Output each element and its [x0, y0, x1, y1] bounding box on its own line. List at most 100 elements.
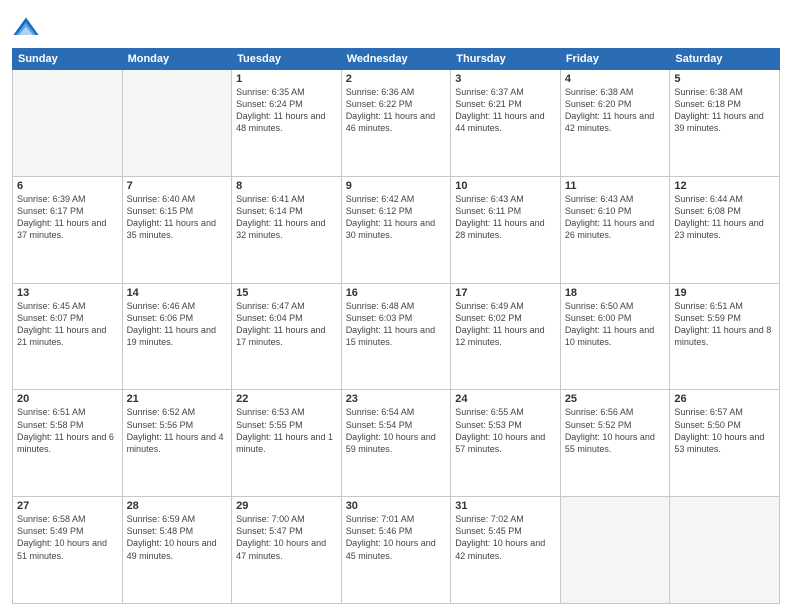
week-row-1: 6Sunrise: 6:39 AM Sunset: 6:17 PM Daylig… [13, 176, 780, 283]
day-header-friday: Friday [560, 49, 670, 70]
day-info: Sunrise: 6:40 AM Sunset: 6:15 PM Dayligh… [127, 193, 228, 242]
day-number: 16 [346, 287, 447, 299]
day-cell: 20Sunrise: 6:51 AM Sunset: 5:58 PM Dayli… [13, 390, 123, 497]
day-info: Sunrise: 6:38 AM Sunset: 6:18 PM Dayligh… [674, 86, 775, 135]
day-cell [560, 497, 670, 604]
day-number: 14 [127, 287, 228, 299]
day-info: Sunrise: 6:51 AM Sunset: 5:59 PM Dayligh… [674, 300, 775, 349]
day-number: 21 [127, 393, 228, 405]
day-number: 31 [455, 500, 556, 512]
day-number: 24 [455, 393, 556, 405]
day-number: 30 [346, 500, 447, 512]
day-cell [13, 70, 123, 177]
day-info: Sunrise: 6:39 AM Sunset: 6:17 PM Dayligh… [17, 193, 118, 242]
day-headers-row: SundayMondayTuesdayWednesdayThursdayFrid… [13, 49, 780, 70]
day-cell: 27Sunrise: 6:58 AM Sunset: 5:49 PM Dayli… [13, 497, 123, 604]
day-cell: 31Sunrise: 7:02 AM Sunset: 5:45 PM Dayli… [451, 497, 561, 604]
header [12, 10, 780, 42]
day-info: Sunrise: 6:56 AM Sunset: 5:52 PM Dayligh… [565, 406, 666, 455]
day-number: 7 [127, 180, 228, 192]
day-number: 2 [346, 73, 447, 85]
day-header-thursday: Thursday [451, 49, 561, 70]
day-header-saturday: Saturday [670, 49, 780, 70]
day-number: 17 [455, 287, 556, 299]
week-row-4: 27Sunrise: 6:58 AM Sunset: 5:49 PM Dayli… [13, 497, 780, 604]
day-info: Sunrise: 6:45 AM Sunset: 6:07 PM Dayligh… [17, 300, 118, 349]
day-number: 27 [17, 500, 118, 512]
day-info: Sunrise: 6:36 AM Sunset: 6:22 PM Dayligh… [346, 86, 447, 135]
day-number: 10 [455, 180, 556, 192]
day-info: Sunrise: 6:51 AM Sunset: 5:58 PM Dayligh… [17, 406, 118, 455]
day-number: 26 [674, 393, 775, 405]
day-number: 15 [236, 287, 337, 299]
day-header-monday: Monday [122, 49, 232, 70]
day-number: 5 [674, 73, 775, 85]
day-number: 11 [565, 180, 666, 192]
day-cell: 25Sunrise: 6:56 AM Sunset: 5:52 PM Dayli… [560, 390, 670, 497]
day-cell [670, 497, 780, 604]
day-cell: 6Sunrise: 6:39 AM Sunset: 6:17 PM Daylig… [13, 176, 123, 283]
day-cell [122, 70, 232, 177]
day-cell: 9Sunrise: 6:42 AM Sunset: 6:12 PM Daylig… [341, 176, 451, 283]
day-cell: 23Sunrise: 6:54 AM Sunset: 5:54 PM Dayli… [341, 390, 451, 497]
day-info: Sunrise: 6:43 AM Sunset: 6:10 PM Dayligh… [565, 193, 666, 242]
day-info: Sunrise: 6:41 AM Sunset: 6:14 PM Dayligh… [236, 193, 337, 242]
day-info: Sunrise: 6:54 AM Sunset: 5:54 PM Dayligh… [346, 406, 447, 455]
day-cell: 28Sunrise: 6:59 AM Sunset: 5:48 PM Dayli… [122, 497, 232, 604]
day-info: Sunrise: 6:48 AM Sunset: 6:03 PM Dayligh… [346, 300, 447, 349]
day-cell: 13Sunrise: 6:45 AM Sunset: 6:07 PM Dayli… [13, 283, 123, 390]
day-number: 8 [236, 180, 337, 192]
day-info: Sunrise: 6:59 AM Sunset: 5:48 PM Dayligh… [127, 513, 228, 562]
day-number: 4 [565, 73, 666, 85]
day-cell: 10Sunrise: 6:43 AM Sunset: 6:11 PM Dayli… [451, 176, 561, 283]
logo-icon [12, 14, 40, 42]
day-cell: 18Sunrise: 6:50 AM Sunset: 6:00 PM Dayli… [560, 283, 670, 390]
day-number: 22 [236, 393, 337, 405]
day-info: Sunrise: 6:37 AM Sunset: 6:21 PM Dayligh… [455, 86, 556, 135]
day-info: Sunrise: 6:44 AM Sunset: 6:08 PM Dayligh… [674, 193, 775, 242]
day-number: 18 [565, 287, 666, 299]
day-cell: 26Sunrise: 6:57 AM Sunset: 5:50 PM Dayli… [670, 390, 780, 497]
day-number: 9 [346, 180, 447, 192]
day-cell: 16Sunrise: 6:48 AM Sunset: 6:03 PM Dayli… [341, 283, 451, 390]
day-info: Sunrise: 6:38 AM Sunset: 6:20 PM Dayligh… [565, 86, 666, 135]
day-number: 28 [127, 500, 228, 512]
day-header-tuesday: Tuesday [232, 49, 342, 70]
week-row-0: 1Sunrise: 6:35 AM Sunset: 6:24 PM Daylig… [13, 70, 780, 177]
day-number: 13 [17, 287, 118, 299]
day-info: Sunrise: 6:52 AM Sunset: 5:56 PM Dayligh… [127, 406, 228, 455]
day-cell: 19Sunrise: 6:51 AM Sunset: 5:59 PM Dayli… [670, 283, 780, 390]
day-info: Sunrise: 7:02 AM Sunset: 5:45 PM Dayligh… [455, 513, 556, 562]
day-header-wednesday: Wednesday [341, 49, 451, 70]
day-cell: 14Sunrise: 6:46 AM Sunset: 6:06 PM Dayli… [122, 283, 232, 390]
week-row-3: 20Sunrise: 6:51 AM Sunset: 5:58 PM Dayli… [13, 390, 780, 497]
day-cell: 24Sunrise: 6:55 AM Sunset: 5:53 PM Dayli… [451, 390, 561, 497]
day-info: Sunrise: 6:43 AM Sunset: 6:11 PM Dayligh… [455, 193, 556, 242]
day-cell: 11Sunrise: 6:43 AM Sunset: 6:10 PM Dayli… [560, 176, 670, 283]
day-cell: 1Sunrise: 6:35 AM Sunset: 6:24 PM Daylig… [232, 70, 342, 177]
day-number: 25 [565, 393, 666, 405]
day-number: 12 [674, 180, 775, 192]
day-info: Sunrise: 6:50 AM Sunset: 6:00 PM Dayligh… [565, 300, 666, 349]
day-cell: 3Sunrise: 6:37 AM Sunset: 6:21 PM Daylig… [451, 70, 561, 177]
day-cell: 12Sunrise: 6:44 AM Sunset: 6:08 PM Dayli… [670, 176, 780, 283]
day-cell: 29Sunrise: 7:00 AM Sunset: 5:47 PM Dayli… [232, 497, 342, 604]
day-info: Sunrise: 6:57 AM Sunset: 5:50 PM Dayligh… [674, 406, 775, 455]
day-info: Sunrise: 6:47 AM Sunset: 6:04 PM Dayligh… [236, 300, 337, 349]
day-cell: 2Sunrise: 6:36 AM Sunset: 6:22 PM Daylig… [341, 70, 451, 177]
day-info: Sunrise: 6:35 AM Sunset: 6:24 PM Dayligh… [236, 86, 337, 135]
day-cell: 21Sunrise: 6:52 AM Sunset: 5:56 PM Dayli… [122, 390, 232, 497]
day-info: Sunrise: 7:01 AM Sunset: 5:46 PM Dayligh… [346, 513, 447, 562]
calendar-page: SundayMondayTuesdayWednesdayThursdayFrid… [0, 0, 792, 612]
day-cell: 15Sunrise: 6:47 AM Sunset: 6:04 PM Dayli… [232, 283, 342, 390]
day-cell: 30Sunrise: 7:01 AM Sunset: 5:46 PM Dayli… [341, 497, 451, 604]
day-info: Sunrise: 6:49 AM Sunset: 6:02 PM Dayligh… [455, 300, 556, 349]
day-cell: 5Sunrise: 6:38 AM Sunset: 6:18 PM Daylig… [670, 70, 780, 177]
day-cell: 22Sunrise: 6:53 AM Sunset: 5:55 PM Dayli… [232, 390, 342, 497]
day-info: Sunrise: 6:42 AM Sunset: 6:12 PM Dayligh… [346, 193, 447, 242]
day-number: 1 [236, 73, 337, 85]
day-cell: 4Sunrise: 6:38 AM Sunset: 6:20 PM Daylig… [560, 70, 670, 177]
logo [12, 14, 42, 42]
day-number: 29 [236, 500, 337, 512]
day-number: 3 [455, 73, 556, 85]
